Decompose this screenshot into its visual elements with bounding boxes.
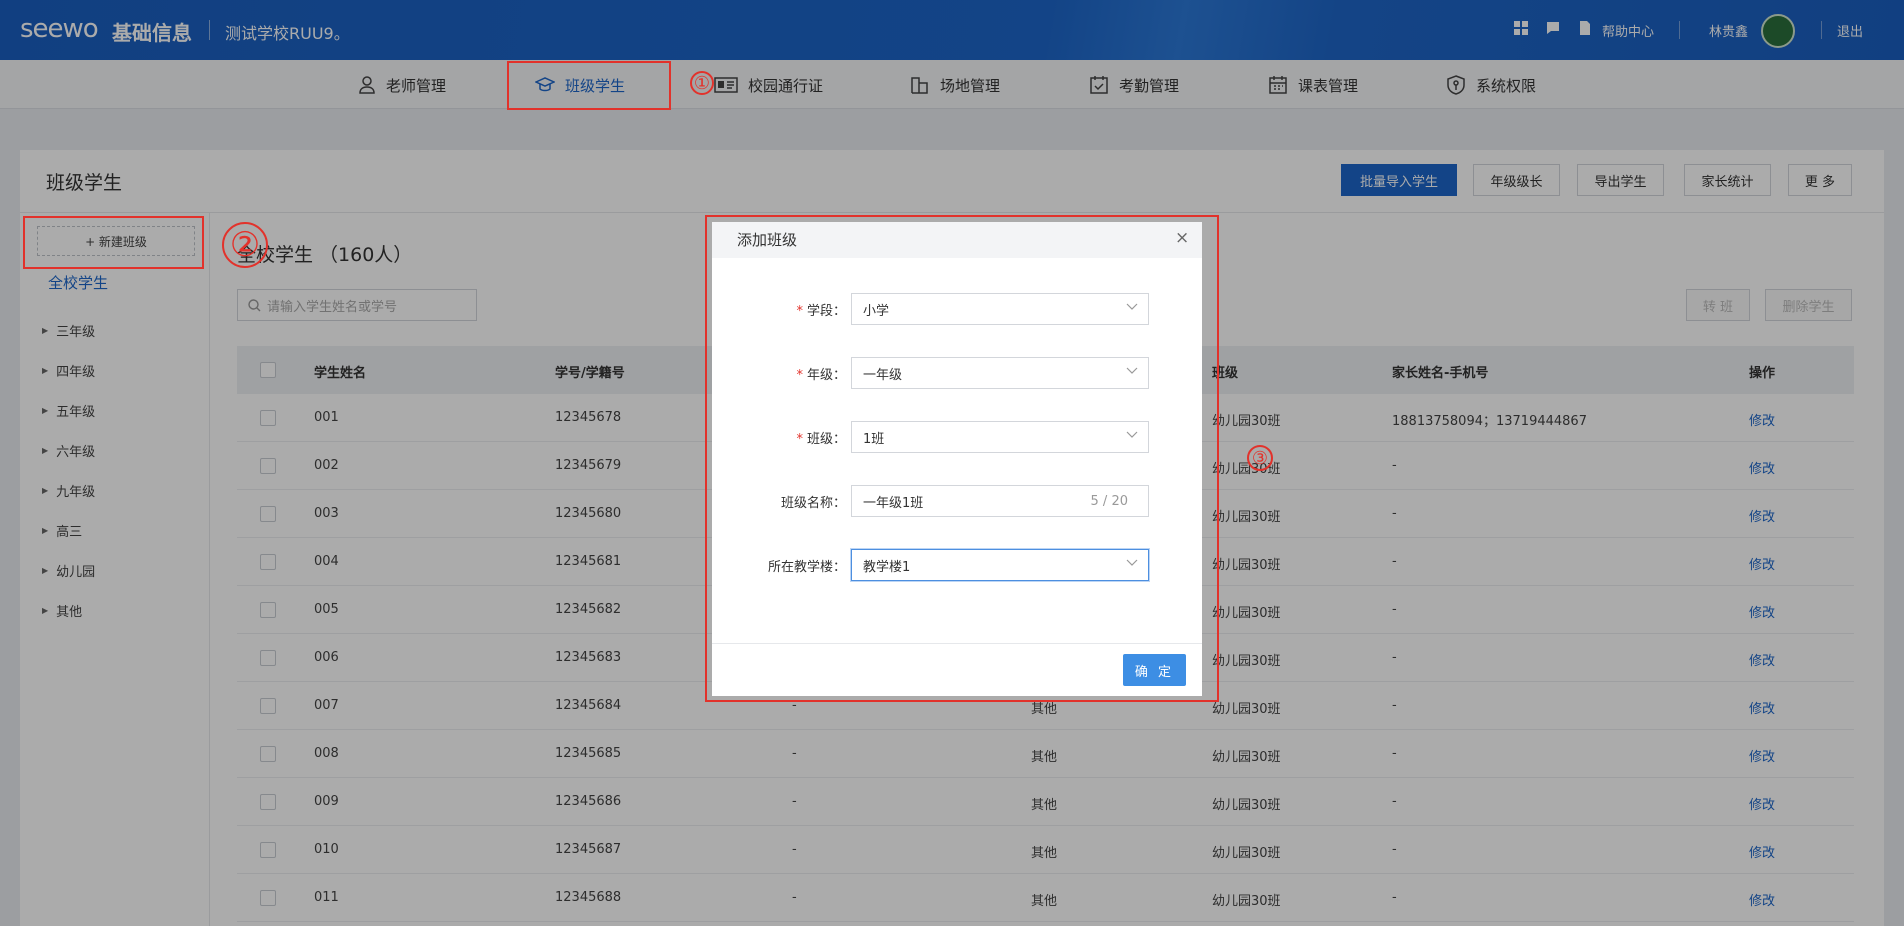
label-text: 学段：	[806, 304, 846, 319]
label-text: 班级：	[806, 432, 846, 447]
class-name-input[interactable]: 一年级1班 5 / 20	[851, 485, 1149, 517]
dialog-title: 添加班级	[737, 231, 798, 249]
building-select[interactable]: 教学楼1	[851, 549, 1149, 581]
chevron-down-icon	[1126, 303, 1138, 310]
select-value: 1班	[863, 431, 885, 447]
form-row-class-name: 班级名称： 一年级1班 5 / 20	[712, 485, 1202, 517]
required-mark: *	[796, 368, 803, 383]
annotation-box-1	[507, 61, 671, 110]
select-value: 一年级	[863, 367, 903, 383]
chevron-down-icon	[1126, 559, 1138, 566]
stage-select[interactable]: 小学	[851, 293, 1149, 325]
grade-select[interactable]: 一年级	[851, 357, 1149, 389]
stage-label: * 学段：	[796, 300, 846, 319]
chevron-down-icon	[1126, 431, 1138, 438]
annotation-number-1: ①	[690, 71, 714, 95]
dialog-header: 添加班级 ×	[712, 222, 1202, 258]
class-select[interactable]: 1班	[851, 421, 1149, 453]
form-row-grade: * 年级： 一年级	[712, 357, 1202, 389]
annotation-box-2	[23, 216, 204, 269]
grade-label: * 年级：	[796, 364, 846, 383]
form-row-building: 所在教学楼： 教学楼1	[712, 549, 1202, 581]
close-icon[interactable]: ×	[1175, 228, 1189, 248]
form-row-class: * 班级： 1班	[712, 421, 1202, 453]
required-mark: *	[796, 304, 803, 319]
label-text: 年级：	[806, 368, 846, 383]
input-value: 一年级1班	[863, 495, 924, 511]
confirm-button[interactable]: 确 定	[1123, 654, 1186, 686]
add-class-dialog: 添加班级 × * 学段： 小学 * 年级： 一年级 * 班级： 1班 班级名称： 一年…	[712, 222, 1202, 696]
annotation-number-2: ②	[222, 222, 268, 268]
required-mark: *	[796, 432, 803, 447]
select-value: 教学楼1	[863, 559, 911, 575]
building-label: 所在教学楼：	[767, 560, 846, 575]
annotation-number-3: ③	[1247, 445, 1273, 471]
form-row-stage: * 学段： 小学	[712, 293, 1202, 325]
class-name-label: 班级名称：	[780, 496, 846, 511]
class-label: * 班级：	[796, 428, 846, 447]
char-counter: 5 / 20	[1090, 494, 1128, 509]
divider	[712, 643, 1202, 644]
select-value: 小学	[863, 303, 890, 319]
chevron-down-icon	[1126, 367, 1138, 374]
